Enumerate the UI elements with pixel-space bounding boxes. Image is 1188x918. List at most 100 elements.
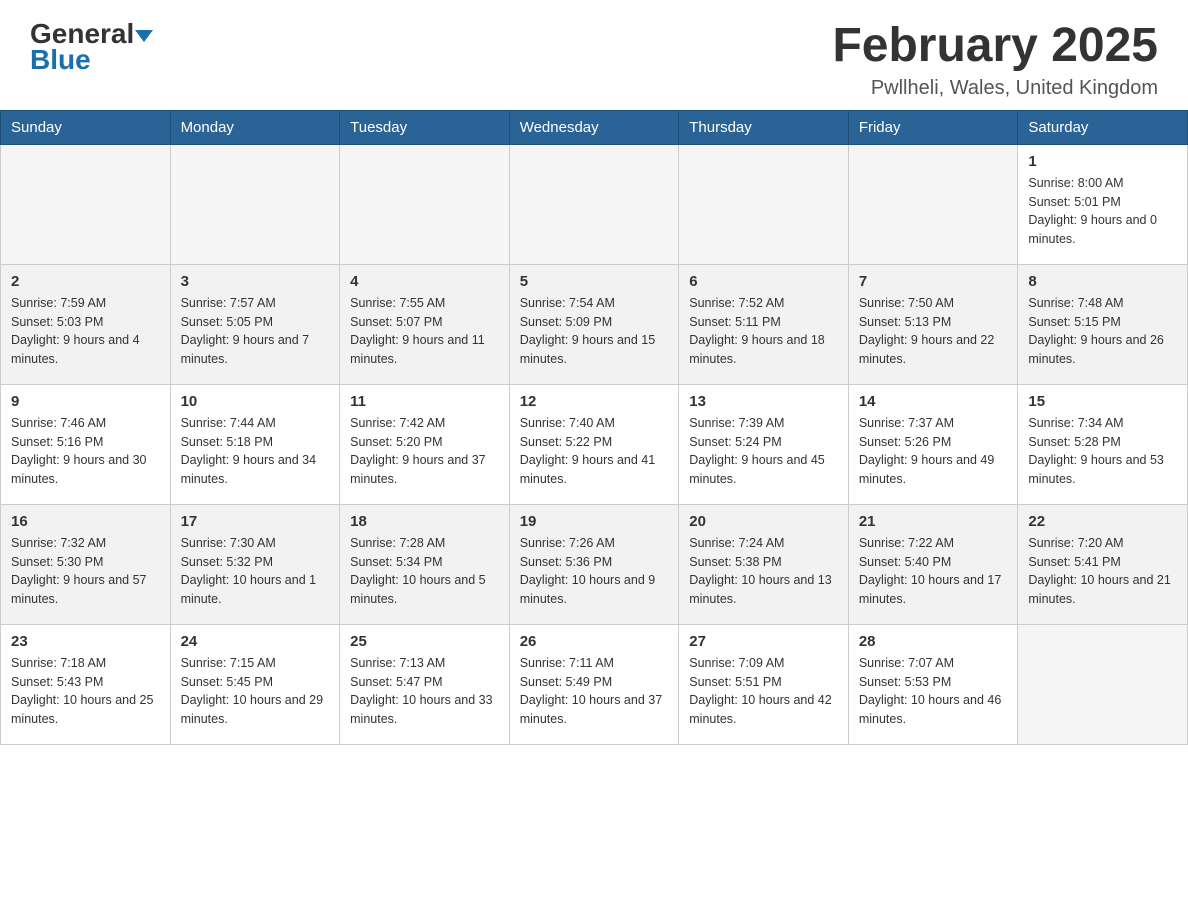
day-info: Sunrise: 7:44 AMSunset: 5:18 PMDaylight:… (181, 414, 330, 489)
calendar-cell: 15Sunrise: 7:34 AMSunset: 5:28 PMDayligh… (1018, 384, 1188, 504)
day-number: 5 (520, 273, 669, 290)
calendar-week-row: 2 Sunrise: 7:59 AMSunset: 5:03 PMDaylight… (1, 264, 1188, 384)
calendar-cell: 16Sunrise: 7:32 AMSunset: 5:30 PMDayligh… (1, 504, 171, 624)
day-number: 25 (350, 633, 499, 650)
col-thursday: Thursday (679, 110, 849, 144)
day-number: 21 (859, 513, 1008, 530)
calendar-cell: 22Sunrise: 7:20 AMSunset: 5:41 PMDayligh… (1018, 504, 1188, 624)
day-number: 23 (11, 633, 160, 650)
page-header: General Blue February 2025 Pwllheli, Wal… (0, 0, 1188, 110)
calendar-cell: 1 Sunrise: 8:00 AMSunset: 5:01 PMDaylight… (1018, 144, 1188, 264)
day-number: 10 (181, 393, 330, 410)
day-number: 3 (181, 273, 330, 290)
day-number: 20 (689, 513, 838, 530)
col-tuesday: Tuesday (340, 110, 510, 144)
day-info: Sunrise: 7:52 AMSunset: 5:11 PMDaylight:… (689, 294, 838, 369)
calendar-cell: 24 Sunrise: 7:15 AMSunset: 5:45 PMDayligh… (170, 624, 340, 744)
calendar-cell: 19 Sunrise: 7:26 AMSunset: 5:36 PMDayligh… (509, 504, 679, 624)
calendar-cell: 4 Sunrise: 7:55 AMSunset: 5:07 PMDaylight… (340, 264, 510, 384)
day-number: 17 (181, 513, 330, 530)
day-number: 19 (520, 513, 669, 530)
calendar-week-row: 9 Sunrise: 7:46 AMSunset: 5:16 PMDaylight… (1, 384, 1188, 504)
day-number: 8 (1028, 273, 1177, 290)
calendar-cell: 2 Sunrise: 7:59 AMSunset: 5:03 PMDaylight… (1, 264, 171, 384)
calendar-cell: 3 Sunrise: 7:57 AMSunset: 5:05 PMDaylight… (170, 264, 340, 384)
day-number: 24 (181, 633, 330, 650)
day-number: 22 (1028, 513, 1177, 530)
day-info: Sunrise: 7:40 AMSunset: 5:22 PMDaylight:… (520, 414, 669, 489)
calendar-cell: 21Sunrise: 7:22 AMSunset: 5:40 PMDayligh… (848, 504, 1018, 624)
calendar-cell (340, 144, 510, 264)
col-monday: Monday (170, 110, 340, 144)
calendar-cell (509, 144, 679, 264)
day-number: 28 (859, 633, 1008, 650)
calendar-cell: 28 Sunrise: 7:07 AMSunset: 5:53 PMDayligh… (848, 624, 1018, 744)
day-number: 2 (11, 273, 160, 290)
location-title: Pwllheli, Wales, United Kingdom (832, 77, 1158, 100)
day-info: Sunrise: 7:30 AMSunset: 5:32 PMDaylight:… (181, 534, 330, 609)
logo: General Blue (30, 20, 153, 76)
calendar-table: Sunday Monday Tuesday Wednesday Thursday… (0, 110, 1188, 745)
day-info: Sunrise: 7:13 AMSunset: 5:47 PMDaylight:… (350, 654, 499, 729)
calendar-week-row: 23 Sunrise: 7:18 AMSunset: 5:43 PMDayligh… (1, 624, 1188, 744)
day-number: 12 (520, 393, 669, 410)
day-number: 11 (350, 393, 499, 410)
calendar-cell: 23 Sunrise: 7:18 AMSunset: 5:43 PMDayligh… (1, 624, 171, 744)
day-number: 15 (1028, 393, 1177, 410)
calendar-cell (170, 144, 340, 264)
day-number: 26 (520, 633, 669, 650)
calendar-cell: 17 Sunrise: 7:30 AMSunset: 5:32 PMDayligh… (170, 504, 340, 624)
col-wednesday: Wednesday (509, 110, 679, 144)
calendar-cell: 26 Sunrise: 7:11 AMSunset: 5:49 PMDayligh… (509, 624, 679, 744)
day-number: 27 (689, 633, 838, 650)
day-number: 13 (689, 393, 838, 410)
calendar-cell (1018, 624, 1188, 744)
day-number: 1 (1028, 153, 1177, 170)
calendar-cell: 13Sunrise: 7:39 AMSunset: 5:24 PMDayligh… (679, 384, 849, 504)
day-info: Sunrise: 7:55 AMSunset: 5:07 PMDaylight:… (350, 294, 499, 369)
day-info: Sunrise: 7:15 AMSunset: 5:45 PMDaylight:… (181, 654, 330, 729)
calendar-cell: 12 Sunrise: 7:40 AMSunset: 5:22 PMDayligh… (509, 384, 679, 504)
day-number: 9 (11, 393, 160, 410)
col-sunday: Sunday (1, 110, 171, 144)
day-info: Sunrise: 7:24 AMSunset: 5:38 PMDaylight:… (689, 534, 838, 609)
calendar-cell: 5 Sunrise: 7:54 AMSunset: 5:09 PMDaylight… (509, 264, 679, 384)
day-info: Sunrise: 7:48 AMSunset: 5:15 PMDaylight:… (1028, 294, 1177, 369)
calendar-week-row: 16Sunrise: 7:32 AMSunset: 5:30 PMDayligh… (1, 504, 1188, 624)
calendar-cell: 7 Sunrise: 7:50 AMSunset: 5:13 PMDaylight… (848, 264, 1018, 384)
day-number: 4 (350, 273, 499, 290)
calendar-header-row: Sunday Monday Tuesday Wednesday Thursday… (1, 110, 1188, 144)
calendar-cell (1, 144, 171, 264)
day-info: Sunrise: 7:18 AMSunset: 5:43 PMDaylight:… (11, 654, 160, 729)
day-info: Sunrise: 7:42 AMSunset: 5:20 PMDaylight:… (350, 414, 499, 489)
title-block: February 2025 Pwllheli, Wales, United Ki… (832, 20, 1158, 100)
day-info: Sunrise: 7:37 AMSunset: 5:26 PMDaylight:… (859, 414, 1008, 489)
day-info: Sunrise: 7:50 AMSunset: 5:13 PMDaylight:… (859, 294, 1008, 369)
day-info: Sunrise: 7:28 AMSunset: 5:34 PMDaylight:… (350, 534, 499, 609)
calendar-cell: 14Sunrise: 7:37 AMSunset: 5:26 PMDayligh… (848, 384, 1018, 504)
day-info: Sunrise: 7:57 AMSunset: 5:05 PMDaylight:… (181, 294, 330, 369)
day-info: Sunrise: 7:32 AMSunset: 5:30 PMDaylight:… (11, 534, 160, 609)
day-number: 18 (350, 513, 499, 530)
logo-line2: Blue (30, 44, 91, 76)
calendar-cell (848, 144, 1018, 264)
calendar-cell (679, 144, 849, 264)
day-info: Sunrise: 7:54 AMSunset: 5:09 PMDaylight:… (520, 294, 669, 369)
calendar-cell: 25 Sunrise: 7:13 AMSunset: 5:47 PMDayligh… (340, 624, 510, 744)
day-info: Sunrise: 8:00 AMSunset: 5:01 PMDaylight:… (1028, 174, 1177, 249)
col-saturday: Saturday (1018, 110, 1188, 144)
col-friday: Friday (848, 110, 1018, 144)
calendar-cell: 18 Sunrise: 7:28 AMSunset: 5:34 PMDayligh… (340, 504, 510, 624)
calendar-cell: 20 Sunrise: 7:24 AMSunset: 5:38 PMDayligh… (679, 504, 849, 624)
calendar-cell: 11 Sunrise: 7:42 AMSunset: 5:20 PMDayligh… (340, 384, 510, 504)
day-info: Sunrise: 7:26 AMSunset: 5:36 PMDaylight:… (520, 534, 669, 609)
day-info: Sunrise: 7:11 AMSunset: 5:49 PMDaylight:… (520, 654, 669, 729)
month-title: February 2025 (832, 20, 1158, 73)
calendar-cell: 9 Sunrise: 7:46 AMSunset: 5:16 PMDaylight… (1, 384, 171, 504)
day-info: Sunrise: 7:46 AMSunset: 5:16 PMDaylight:… (11, 414, 160, 489)
day-info: Sunrise: 7:59 AMSunset: 5:03 PMDaylight:… (11, 294, 160, 369)
day-number: 6 (689, 273, 838, 290)
calendar-week-row: 1 Sunrise: 8:00 AMSunset: 5:01 PMDaylight… (1, 144, 1188, 264)
day-info: Sunrise: 7:07 AMSunset: 5:53 PMDaylight:… (859, 654, 1008, 729)
day-number: 7 (859, 273, 1008, 290)
